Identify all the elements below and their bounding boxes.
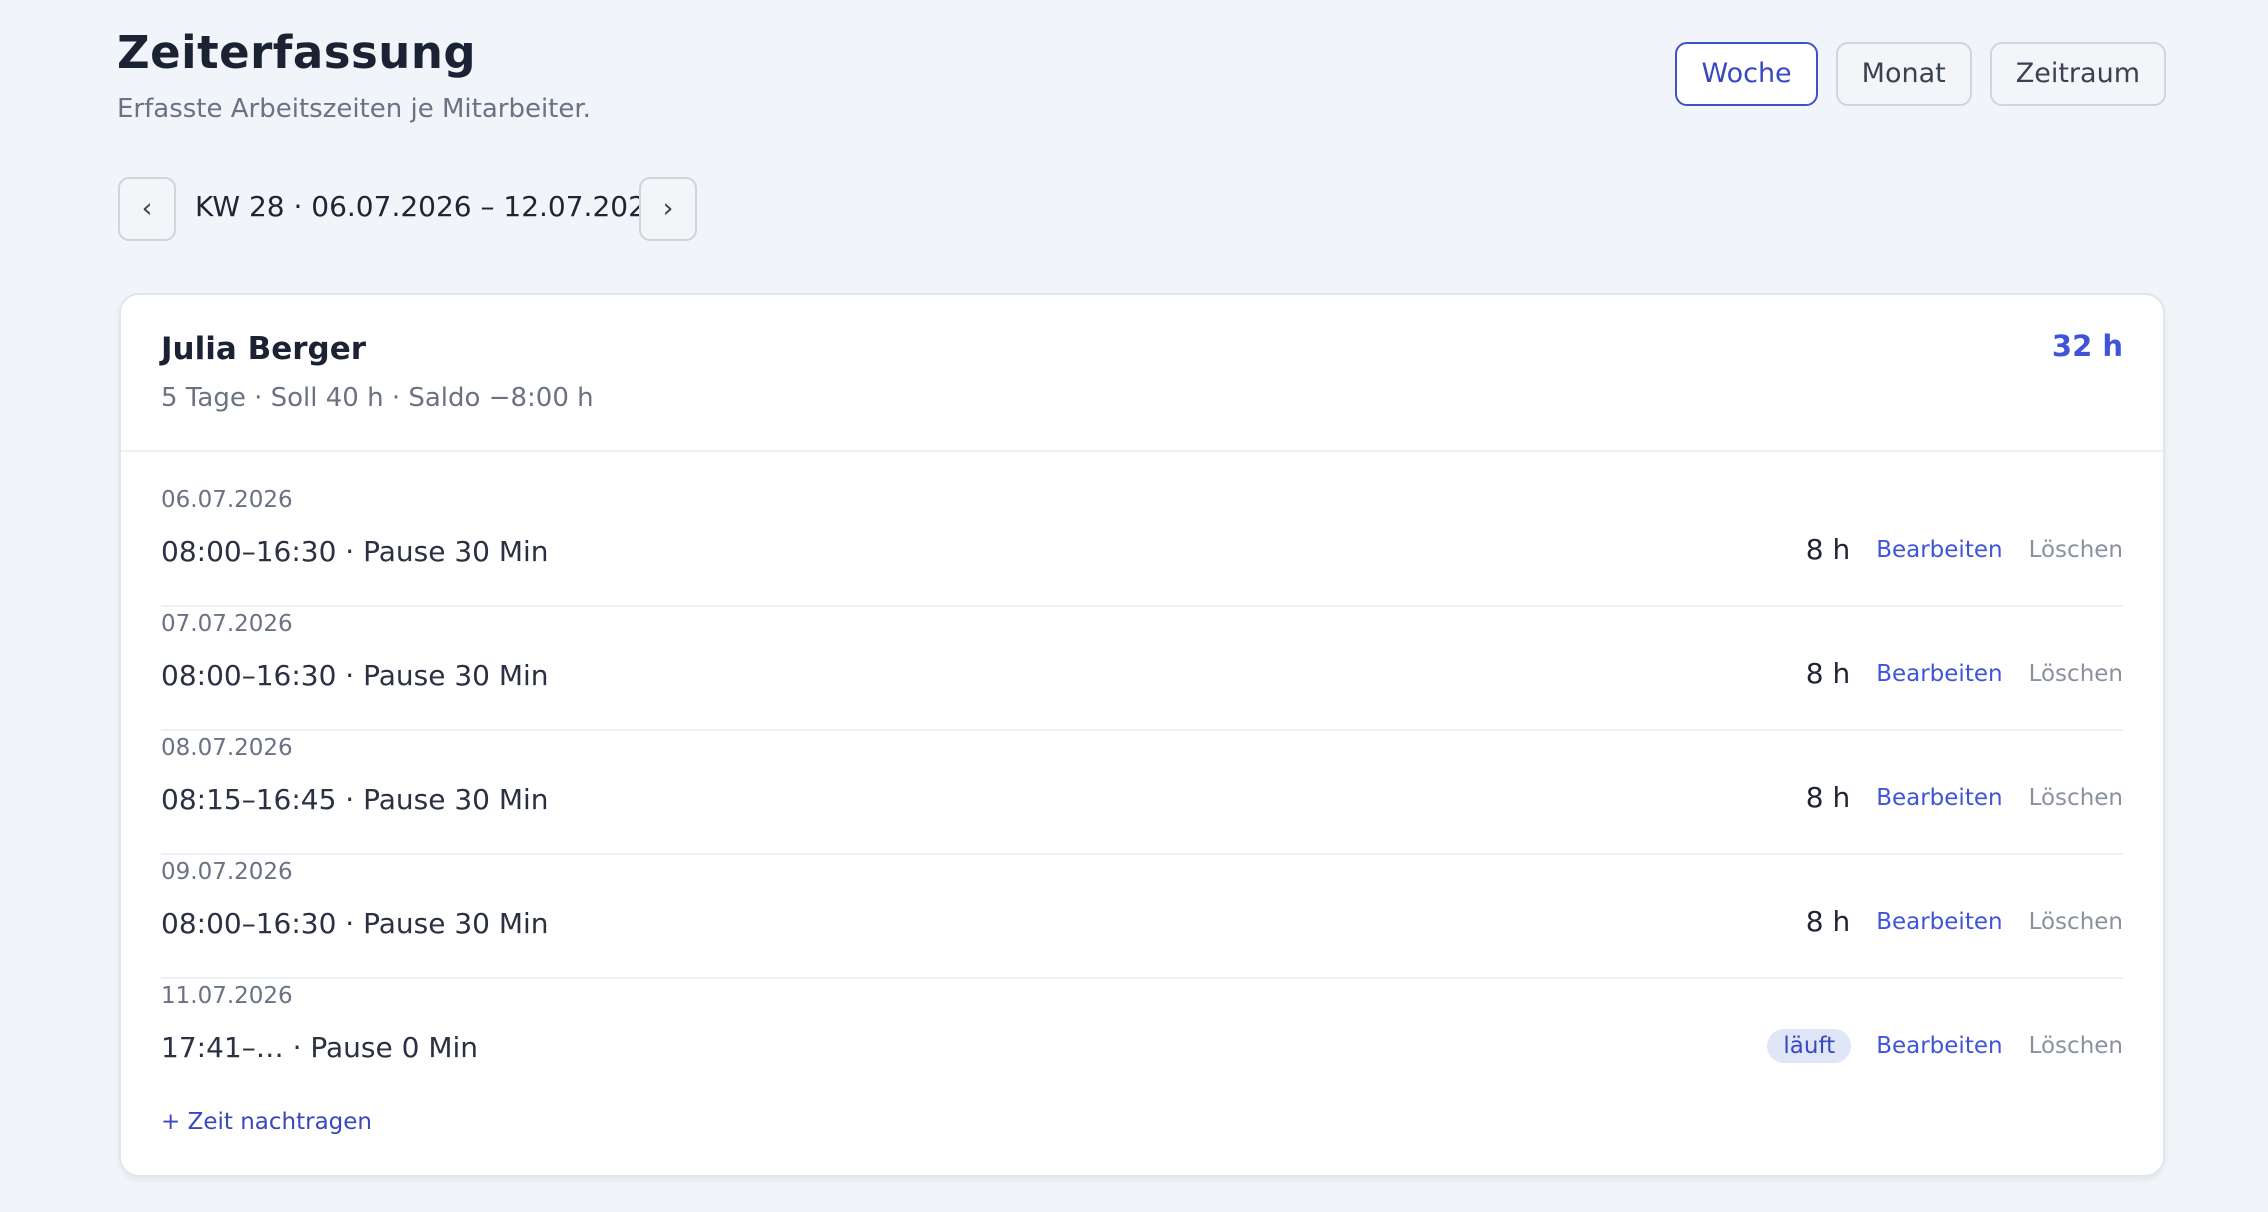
entry-date: 08.07.2026 (161, 735, 293, 761)
employee-total-hours: 32 h (2051, 329, 2123, 363)
entry-date: 11.07.2026 (161, 983, 293, 1009)
entry-date: 06.07.2026 (161, 487, 293, 513)
employee-card: Julia Berger 5 Tage · Soll 40 h · Saldo … (119, 293, 2165, 1177)
chevron-left-icon: ‹ (141, 193, 153, 224)
delete-entry-link[interactable]: Löschen (2029, 909, 2123, 935)
entry-time-range: 08:00–16:30 · Pause 30 Min (161, 535, 549, 568)
entry-actions: 8 h Bearbeiten Löschen (1806, 781, 2123, 814)
delete-entry-link[interactable]: Löschen (2029, 785, 2123, 811)
time-entry: 06.07.2026 08:00–16:30 · Pause 30 Min 8 … (161, 483, 2123, 607)
add-time-entry-link[interactable]: + Zeit nachtragen (161, 1109, 372, 1135)
entry-actions: 8 h Bearbeiten Löschen (1806, 657, 2123, 690)
previous-week-button[interactable]: ‹ (118, 177, 176, 241)
entry-actions: 8 h Bearbeiten Löschen (1806, 533, 2123, 566)
entry-hours: 8 h (1805, 533, 1851, 566)
entry-time-range: 08:00–16:30 · Pause 30 Min (161, 659, 549, 692)
page-title: Zeiterfassung (117, 26, 477, 79)
edit-entry-link[interactable]: Bearbeiten (1876, 1033, 2002, 1059)
chevron-right-icon: › (662, 193, 674, 224)
edit-entry-link[interactable]: Bearbeiten (1876, 785, 2002, 811)
entry-date: 09.07.2026 (161, 859, 293, 885)
entry-actions: läuft Bearbeiten Löschen (1767, 1029, 2123, 1063)
time-entry: 08.07.2026 08:15–16:45 · Pause 30 Min 8 … (161, 731, 2123, 855)
time-entry: 07.07.2026 08:00–16:30 · Pause 30 Min 8 … (161, 607, 2123, 731)
edit-entry-link[interactable]: Bearbeiten (1876, 537, 2002, 563)
delete-entry-link[interactable]: Löschen (2029, 661, 2123, 687)
employee-summary: 5 Tage · Soll 40 h · Saldo −8:00 h (161, 383, 594, 413)
next-week-button[interactable]: › (639, 177, 697, 241)
entry-hours: 8 h (1805, 905, 1851, 938)
entry-time-range: 08:15–16:45 · Pause 30 Min (161, 783, 549, 816)
delete-entry-link[interactable]: Löschen (2029, 1033, 2123, 1059)
view-range-button[interactable]: Zeitraum (1989, 42, 2166, 106)
entry-time-range: 08:00–16:30 · Pause 30 Min (161, 907, 549, 940)
edit-entry-link[interactable]: Bearbeiten (1876, 909, 2002, 935)
entry-hours: 8 h (1805, 781, 1851, 814)
entry-date: 07.07.2026 (161, 611, 293, 637)
week-label: KW 28 · 06.07.2026 – 12.07.2026 (195, 190, 664, 223)
delete-entry-link[interactable]: Löschen (2029, 537, 2123, 563)
time-entry-list: 06.07.2026 08:00–16:30 · Pause 30 Min 8 … (161, 483, 2123, 1101)
time-entry: 11.07.2026 17:41–… · Pause 0 Min läuft B… (161, 979, 2123, 1101)
view-month-button[interactable]: Monat (1835, 42, 1972, 106)
entry-time-range: 17:41–… · Pause 0 Min (161, 1031, 479, 1064)
entry-actions: 8 h Bearbeiten Löschen (1806, 905, 2123, 938)
view-week-button[interactable]: Woche (1675, 42, 1818, 106)
page-subtitle: Erfasste Arbeitszeiten je Mitarbeiter. (117, 94, 591, 124)
view-switch: Woche Monat Zeitraum (1675, 42, 2166, 106)
time-tracking-page: Zeiterfassung Erfasste Arbeitszeiten je … (0, 0, 2268, 1212)
card-divider (121, 450, 2163, 452)
running-status-badge: läuft (1767, 1029, 1852, 1063)
employee-name: Julia Berger (161, 331, 367, 367)
edit-entry-link[interactable]: Bearbeiten (1876, 661, 2002, 687)
time-entry: 09.07.2026 08:00–16:30 · Pause 30 Min 8 … (161, 855, 2123, 979)
entry-hours: 8 h (1805, 657, 1851, 690)
